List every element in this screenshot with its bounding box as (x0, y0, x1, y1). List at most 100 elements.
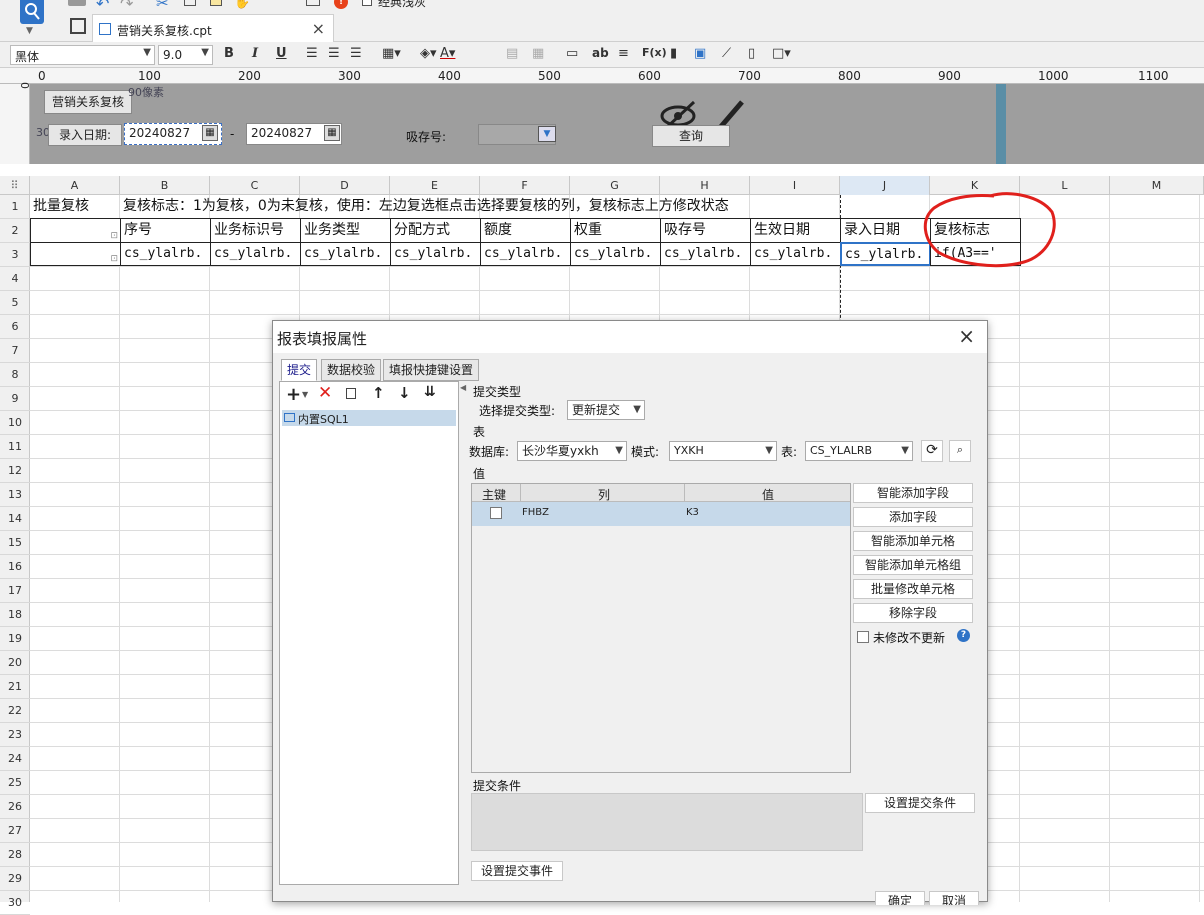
row-header[interactable]: 24 (0, 747, 30, 771)
data-column-cell[interactable]: cs_ylalrb. (570, 242, 661, 266)
row-header[interactable]: 16 (0, 555, 30, 579)
italic-button[interactable]: I (252, 46, 258, 61)
no-update-unchanged-checkbox[interactable] (857, 631, 869, 643)
column-header[interactable]: K (930, 176, 1020, 195)
table-select[interactable]: CS_YLALRB ▼ (805, 441, 913, 461)
theme-checkbox[interactable] (362, 0, 372, 6)
row-header[interactable]: 25 (0, 771, 30, 795)
data-column-cell[interactable]: cs_ylalrb. (300, 242, 391, 266)
header-cell[interactable]: 生效日期 (750, 218, 841, 243)
insert-image-icon[interactable]: ▣ (694, 46, 706, 61)
dropdown-icon[interactable]: ▼ (538, 126, 556, 142)
title-label-widget[interactable]: 营销关系复核 (44, 90, 132, 114)
row-column-name[interactable]: FHBZ (522, 507, 549, 518)
splitter-arrow-icon[interactable]: ◀ (460, 383, 466, 392)
primary-key-checkbox[interactable] (490, 507, 502, 519)
row-header[interactable]: 26 (0, 795, 30, 819)
add-icon[interactable]: + (286, 384, 301, 405)
row-header[interactable]: 19 (0, 627, 30, 651)
header-cell[interactable]: 额度 (480, 218, 571, 243)
save-icon[interactable] (68, 0, 86, 6)
copy-icon[interactable] (346, 388, 356, 399)
header-cell[interactable]: 分配方式 (390, 218, 481, 243)
insert-cell-icon[interactable]: ▭ (566, 46, 578, 61)
data-column-cell[interactable]: cs_ylalrb. (660, 242, 751, 266)
query-button[interactable]: 查询 (652, 125, 730, 147)
column-header[interactable]: I (750, 176, 840, 195)
insert-subreport-icon[interactable]: ▯ (748, 46, 755, 61)
calendar-icon[interactable]: ▦ (324, 125, 340, 141)
header-cell[interactable]: 录入日期 (840, 218, 931, 243)
close-icon[interactable]: × (958, 324, 975, 348)
insert-formula-button[interactable]: F(x) (642, 46, 667, 59)
row-header[interactable]: 8 (0, 363, 30, 387)
column-header-selected[interactable]: J (840, 176, 930, 195)
row-header[interactable]: 1 (0, 195, 30, 219)
tab-shortcut-settings[interactable]: 填报快捷键设置 (383, 359, 479, 381)
insert-richtext-icon[interactable]: ≡ (618, 46, 629, 61)
row-header[interactable]: 22 (0, 699, 30, 723)
row-header[interactable]: 10 (0, 411, 30, 435)
column-header[interactable]: H (660, 176, 750, 195)
header-cell[interactable]: 权重 (570, 218, 661, 243)
data-column-cell[interactable]: cs_ylalrb. (210, 242, 301, 266)
row-header[interactable]: 23 (0, 723, 30, 747)
header-cell[interactable]: 吸存号 (660, 218, 751, 243)
cut-icon[interactable]: ✂ (156, 0, 169, 12)
row-header[interactable]: 29 (0, 867, 30, 891)
row-header[interactable]: 17 (0, 579, 30, 603)
row-header[interactable]: 18 (0, 603, 30, 627)
column-header[interactable]: L (1020, 176, 1110, 195)
cell-b1[interactable]: 复核标志：1为复核，0为未复核，使用：左边复选框点击选择要复核的列，复核标志上方… (120, 195, 820, 219)
redo-icon[interactable]: ↷ (120, 0, 133, 13)
preview-icon[interactable] (306, 0, 320, 6)
fill-color-icon[interactable]: ◈▾ (420, 46, 437, 61)
insert-slash-icon[interactable]: ⟋ (722, 46, 731, 61)
remove-field-button[interactable]: 移除字段 (853, 603, 973, 623)
tree-item-builtin-sql[interactable]: 内置SQL1 (282, 410, 456, 426)
header-cell[interactable]: 复核标志 (930, 218, 1021, 243)
row-header[interactable]: 9 (0, 387, 30, 411)
search-table-icon[interactable]: ⌕ (949, 440, 971, 462)
cell-a2[interactable]: ⊡ (30, 218, 121, 243)
copy-icon[interactable] (184, 0, 196, 6)
row-header[interactable]: 30 (0, 891, 30, 915)
chevron-down-icon[interactable]: ▼ (302, 390, 308, 399)
align-center-icon[interactable]: ☰ (328, 46, 340, 61)
paste-icon[interactable] (210, 0, 222, 6)
parameter-pane[interactable]: 营销关系复核 90像素 30像素 录入日期: 20240827 ▦ - 2024… (30, 84, 1204, 164)
row-header[interactable]: 3 (0, 243, 30, 267)
column-header[interactable]: G (570, 176, 660, 195)
database-select[interactable]: 长沙华夏yxkh ▼ (517, 441, 627, 461)
row-header[interactable]: 28 (0, 843, 30, 867)
add-field-button[interactable]: 添加字段 (853, 507, 973, 527)
header-cell[interactable]: 序号 (120, 218, 211, 243)
font-family-select[interactable]: 黑体 ▼ (10, 45, 155, 65)
refresh-icon[interactable]: ⟳ (921, 440, 943, 462)
insert-chart-icon[interactable]: ▮ (670, 46, 677, 61)
chevron-down-icon[interactable]: ▼ (26, 26, 33, 36)
data-column-cell[interactable]: cs_ylalrb. (390, 242, 481, 266)
row-header[interactable]: 27 (0, 819, 30, 843)
submit-condition-box[interactable] (471, 793, 863, 851)
header-cell[interactable]: 业务标识号 (210, 218, 301, 243)
report-fill-properties-dialog[interactable]: 报表填报属性 × 提交 数据校验 填报快捷键设置 + ▼ ✕ ↑ ↓ ⇊ 内置S… (272, 320, 988, 905)
notification-badge[interactable]: ! (334, 0, 348, 9)
data-column-cell[interactable]: cs_ylalrb. (120, 242, 211, 266)
border-icon[interactable]: ▦▾ (382, 46, 401, 61)
column-header[interactable]: D (300, 176, 390, 195)
tab-submit[interactable]: 提交 (281, 359, 317, 381)
move-down-icon[interactable]: ↓ (398, 384, 411, 402)
column-header[interactable]: B (120, 176, 210, 195)
insert-text-button[interactable]: ab (592, 46, 609, 60)
format-painter-icon[interactable]: ✋ (234, 0, 250, 10)
data-column-cell[interactable]: cs_ylalrb. (750, 242, 841, 266)
parameter-pane-resize-handle[interactable] (996, 84, 1006, 164)
smart-add-field-button[interactable]: 智能添加字段 (853, 483, 973, 503)
ok-button[interactable]: 确定 (875, 891, 925, 905)
app-logo-icon[interactable] (20, 0, 44, 24)
row-header[interactable]: 6 (0, 315, 30, 339)
field-mapping-table[interactable]: 主键 列 值 FHBZ K3 (471, 483, 851, 773)
row-header[interactable]: 14 (0, 507, 30, 531)
row-header[interactable]: 2 (0, 219, 30, 243)
